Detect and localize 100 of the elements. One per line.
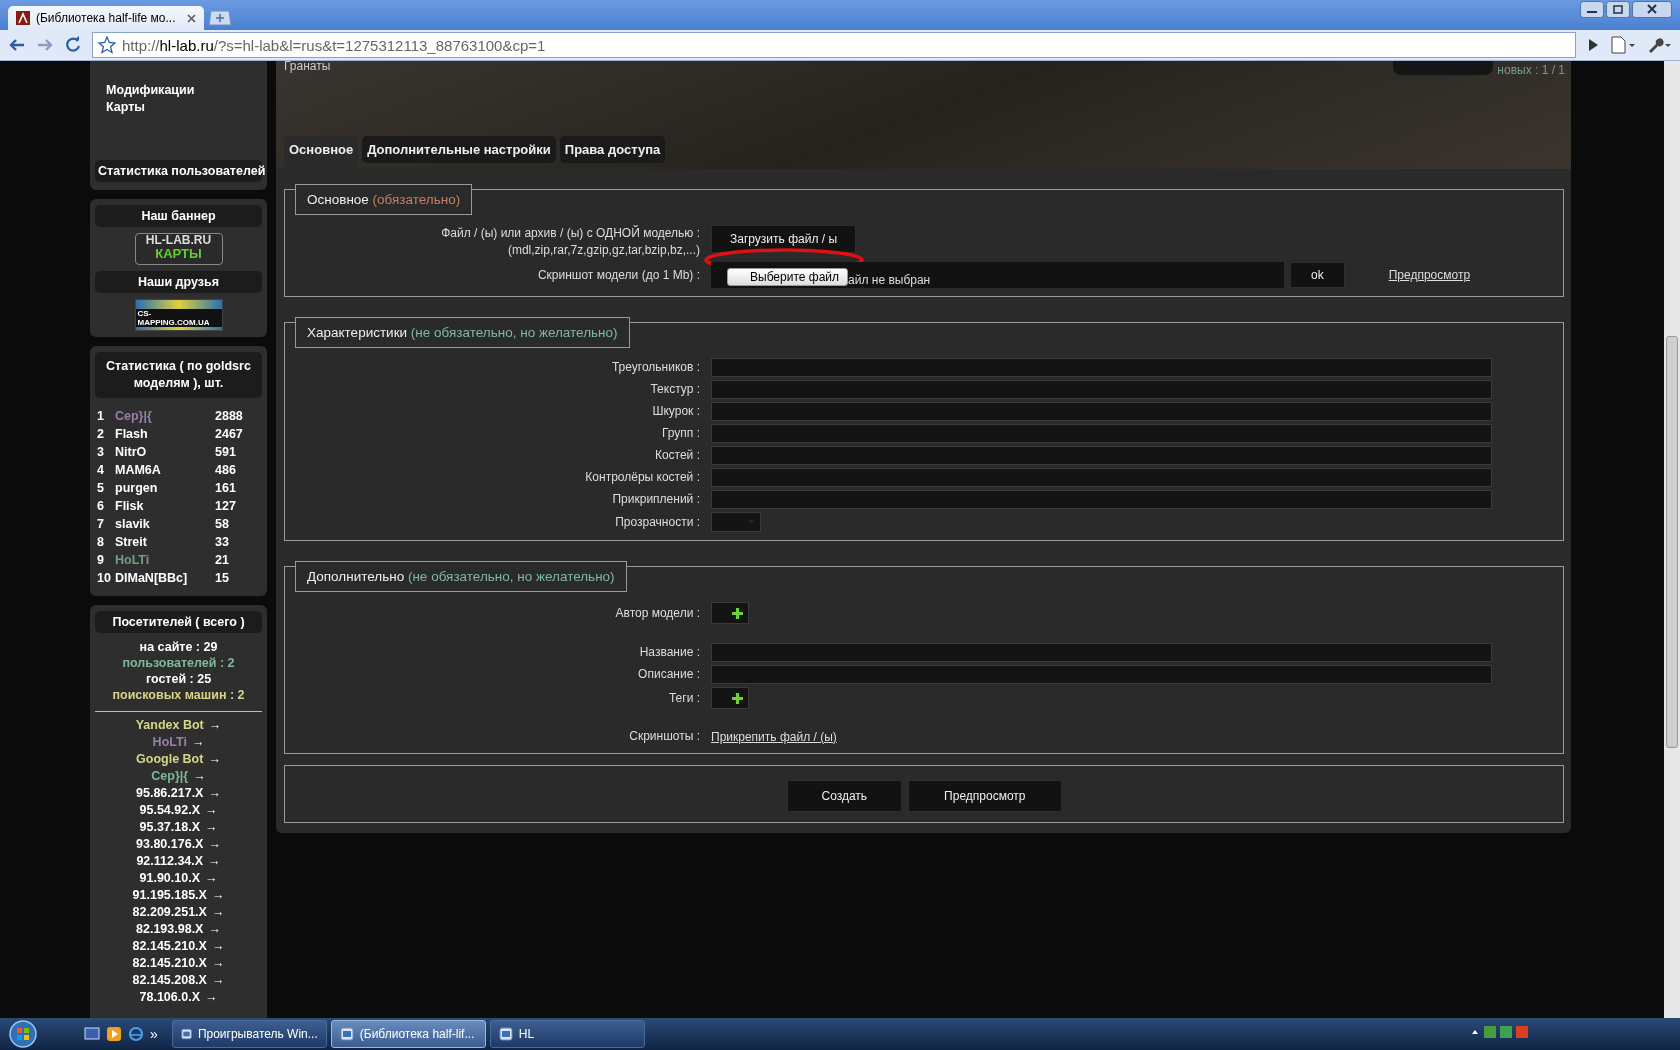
online-visitor[interactable]: 92.112.34.X xyxy=(136,853,204,870)
online-visitor[interactable]: 82.145.210.X xyxy=(132,938,207,955)
arrow-icon: → xyxy=(205,870,218,887)
input-field[interactable] xyxy=(711,380,1492,399)
model-count: 33 xyxy=(215,534,230,550)
online-visitor[interactable]: 82.145.208.X xyxy=(132,972,207,989)
online-visitor[interactable]: 95.54.92.X xyxy=(139,802,200,819)
online-visitor[interactable]: 95.86.217.X xyxy=(136,785,204,802)
online-visitor[interactable]: 78.106.0.X xyxy=(139,989,200,1006)
input-field[interactable] xyxy=(711,643,1492,662)
model-count: 591 xyxy=(215,444,237,460)
user-name[interactable]: Flash xyxy=(115,426,215,442)
online-visitor[interactable]: Yandex Bot xyxy=(135,717,204,734)
input-field[interactable] xyxy=(711,402,1492,421)
input-field[interactable] xyxy=(711,446,1492,465)
arrow-icon: → xyxy=(208,853,221,870)
globe-icon[interactable] xyxy=(128,1026,144,1042)
banner[interactable]: HL-LAB.RU КАРТЫ xyxy=(134,233,223,265)
user-name[interactable]: Сер}|{ xyxy=(115,408,215,424)
rank-number: 9 xyxy=(97,552,105,568)
field-label: Название : xyxy=(639,644,700,661)
form-tab[interactable]: Основное xyxy=(284,136,359,169)
media-icon[interactable] xyxy=(106,1026,122,1042)
category-label: Гранаты xyxy=(284,61,331,73)
add-button[interactable] xyxy=(711,687,749,709)
add-button[interactable] xyxy=(711,602,749,624)
input-field[interactable] xyxy=(711,468,1492,487)
rank-number: 3 xyxy=(97,444,105,460)
choose-file-button[interactable]: Выберите файл xyxy=(727,268,849,286)
browser-tab[interactable]: (Библиотека half-life мо... xyxy=(8,6,204,30)
desktop-icon[interactable] xyxy=(84,1026,100,1042)
online-visitor[interactable]: 95.37.18.X xyxy=(139,819,200,836)
arrow-icon: → xyxy=(208,836,221,853)
field-label: Скриншот модели (до 1 Mb) : xyxy=(537,266,700,284)
new-tab-icon[interactable] xyxy=(208,10,232,26)
nav-link[interactable]: Карты xyxy=(106,100,145,114)
taskbar-item[interactable]: Проигрыватель Win... xyxy=(171,1020,327,1048)
start-orb-icon[interactable] xyxy=(6,1019,40,1049)
arrow-icon: → xyxy=(205,989,218,1006)
online-visitor[interactable]: 82.209.251.X xyxy=(132,904,207,921)
maximize-icon[interactable] xyxy=(1606,1,1630,18)
online-visitor[interactable]: HoLTi xyxy=(152,734,187,751)
user-name[interactable]: HoLTi xyxy=(115,552,215,568)
block-heading: Статистика ( по goldsrc моделям ), шт. xyxy=(95,352,262,398)
online-visitor[interactable]: 91.90.10.X xyxy=(139,870,200,887)
close-icon[interactable] xyxy=(1632,1,1672,18)
preview-link[interactable]: Предпросмотр xyxy=(1388,268,1471,282)
online-visitor[interactable]: Сер}|{ xyxy=(151,768,189,785)
nav-link[interactable]: Модификации xyxy=(106,83,195,97)
rank-number: 8 xyxy=(97,534,105,550)
user-name[interactable]: purgen xyxy=(115,480,215,496)
visitor-count: поисковых машин : 2 xyxy=(112,687,245,703)
input-field[interactable] xyxy=(711,424,1492,443)
user-name[interactable]: Flisk xyxy=(115,498,215,514)
scrollbar[interactable] xyxy=(1664,61,1680,1018)
arrow-icon: → xyxy=(205,819,218,836)
rank-number: 10 xyxy=(97,570,112,586)
back-icon[interactable] xyxy=(8,37,26,53)
online-visitor[interactable]: 82.193.98.X xyxy=(136,921,204,938)
user-name[interactable]: MAM6A xyxy=(115,462,215,478)
input-field[interactable] xyxy=(711,358,1492,377)
star-icon[interactable] xyxy=(98,36,116,54)
rank-number: 4 xyxy=(97,462,105,478)
arrow-icon: → xyxy=(208,785,221,802)
ok-button[interactable]: ok xyxy=(1290,262,1345,288)
play-icon[interactable] xyxy=(1586,37,1600,53)
input-field[interactable] xyxy=(711,665,1492,684)
attach-link[interactable]: Прикрепить файл / (ы) xyxy=(711,729,837,744)
lambda-icon xyxy=(16,11,30,25)
user-name[interactable]: slavik xyxy=(115,516,215,532)
reload-icon[interactable] xyxy=(64,36,82,54)
taskbar-item[interactable]: (Библиотека half-lif... xyxy=(330,1020,486,1048)
arrow-icon: → xyxy=(211,938,225,955)
friends-banner[interactable]: CS-MAPPING.COM.UA xyxy=(134,299,223,331)
form-tab[interactable]: Права доступа xyxy=(559,136,666,163)
model-count: 58 xyxy=(215,516,230,532)
page-icon[interactable] xyxy=(1610,36,1636,54)
input-field[interactable] xyxy=(711,490,1492,509)
upload-button[interactable]: Загрузить файл / ы xyxy=(711,225,856,253)
form-tab[interactable]: Дополнительные настройки xyxy=(362,136,556,163)
more-button[interactable]: » xyxy=(150,1026,158,1042)
online-visitor[interactable]: 91.195.185.X xyxy=(132,887,207,904)
rank-number: 7 xyxy=(97,516,105,532)
window-icon xyxy=(180,1027,192,1041)
section-legend: Основное (обязательно) xyxy=(295,184,473,215)
online-visitor[interactable]: Google Bot xyxy=(136,751,204,768)
taskbar-item[interactable]: HL xyxy=(489,1020,645,1048)
file-input[interactable]: Выберите файл айл не выбран xyxy=(711,262,1284,288)
arrow-icon: → xyxy=(191,734,205,751)
arrow-icon: → xyxy=(205,802,218,819)
user-name[interactable]: DIMaN[BBc] xyxy=(115,570,215,586)
close-icon[interactable] xyxy=(187,13,196,23)
user-name[interactable]: NitrO xyxy=(115,444,215,460)
minimize-icon[interactable] xyxy=(1580,1,1604,18)
form-button[interactable]: Создать xyxy=(786,780,903,812)
address-field[interactable]: http://hl-lab.ru/?s=hl-lab&l=rus&t=1275312113_88763100&cp=1 xyxy=(92,32,1576,58)
form-button[interactable]: Предпросмотр xyxy=(908,780,1062,812)
online-visitor[interactable]: 82.145.210.X xyxy=(132,955,207,972)
user-name[interactable]: Streit xyxy=(115,534,215,550)
online-visitor[interactable]: 93.80.176.X xyxy=(136,836,204,853)
